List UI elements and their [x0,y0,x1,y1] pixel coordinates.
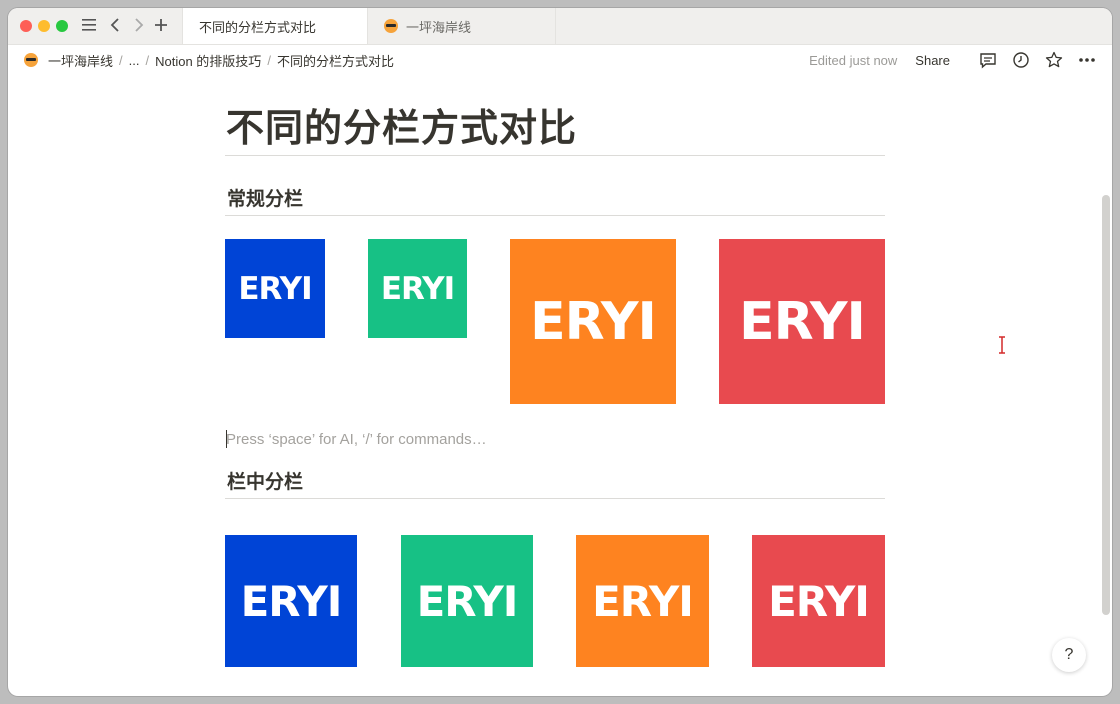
breadcrumb-separator: / [119,52,123,68]
tile-label: ERYI [739,291,866,352]
eryi-tile-orange[interactable]: ERYI [576,535,709,667]
divider [225,215,885,216]
eryi-tile-blue[interactable]: ERYI [225,239,325,338]
clock-icon[interactable] [1010,49,1032,71]
topbar-actions: Edited just now Share [809,45,1098,75]
divider [225,498,885,499]
zoom-window-button[interactable] [56,20,68,32]
new-tab-icon[interactable] [150,14,172,36]
edited-status: Edited just now [809,52,898,68]
divider [225,155,885,156]
empty-block-placeholder[interactable]: Press ‘space’ for AI, ‘/’ for commands… [226,431,487,448]
tile-label: ERYI [530,291,657,352]
sunglasses-emoji-icon [24,53,38,67]
help-button[interactable]: ? [1052,638,1086,672]
tile-label: ERYI [768,576,870,626]
tab-label: 不同的分栏方式对比 [199,19,317,35]
page-title[interactable]: 不同的分栏方式对比 [226,97,577,152]
page-topbar: 一坪海岸线 / ... / Notion 的排版技巧 / 不同的分栏方式对比 E… [8,45,1112,75]
star-icon[interactable] [1043,49,1065,71]
page-content: 不同的分栏方式对比 常规分栏 ERYI ERYI ERYI ERYI Press… [8,75,1112,696]
breadcrumb-item-workspace[interactable]: 一坪海岸线 [46,51,115,70]
tab-workspace[interactable]: 一坪海岸线 [368,8,556,44]
comment-icon[interactable] [977,49,999,71]
tab-label: 一坪海岸线 [406,19,472,35]
breadcrumb-item-ellipsis[interactable]: ... [127,53,142,68]
eryi-tile-blue[interactable]: ERYI [225,535,357,667]
vertical-scrollbar[interactable] [1102,195,1110,615]
breadcrumb-separator: / [145,52,150,68]
eryi-tile-green[interactable]: ERYI [401,535,533,667]
eryi-tile-red[interactable]: ERYI [752,535,885,667]
eryi-tile-orange[interactable]: ERYI [510,239,676,404]
breadcrumb: 一坪海岸线 / ... / Notion 的排版技巧 / 不同的分栏方式对比 [24,45,396,75]
title-bar: 不同的分栏方式对比 一坪海岸线 [8,8,1112,45]
minimize-window-button[interactable] [38,20,50,32]
sidebar-toggle-icon[interactable] [78,14,100,36]
breadcrumb-item-parent[interactable]: Notion 的排版技巧 [153,51,263,70]
eryi-tile-green[interactable]: ERYI [368,239,467,338]
tile-label: ERYI [416,576,519,626]
section-heading-regular-columns[interactable]: 常规分栏 [227,184,303,211]
app-window: 不同的分栏方式对比 一坪海岸线 一坪海岸线 / ... / Notion 的排版… [8,8,1112,696]
more-icon[interactable] [1076,49,1098,71]
section-heading-nested-columns[interactable]: 栏中分栏 [227,467,303,494]
breadcrumb-separator: / [267,52,271,68]
tile-label: ERYI [380,270,455,307]
eryi-tile-red[interactable]: ERYI [719,239,885,404]
tile-label: ERYI [240,576,343,626]
forward-icon[interactable] [128,14,150,36]
help-icon: ? [1064,646,1074,663]
breadcrumb-item-current[interactable]: 不同的分栏方式对比 [275,51,396,70]
tile-label: ERYI [592,576,694,626]
tab-current-page[interactable]: 不同的分栏方式对比 [182,8,368,44]
tile-label: ERYI [238,270,312,307]
close-window-button[interactable] [20,20,32,32]
text-cursor-icon [997,335,1007,358]
share-button[interactable]: Share [915,53,950,68]
back-icon[interactable] [104,14,126,36]
sunglasses-emoji-icon [384,19,398,33]
